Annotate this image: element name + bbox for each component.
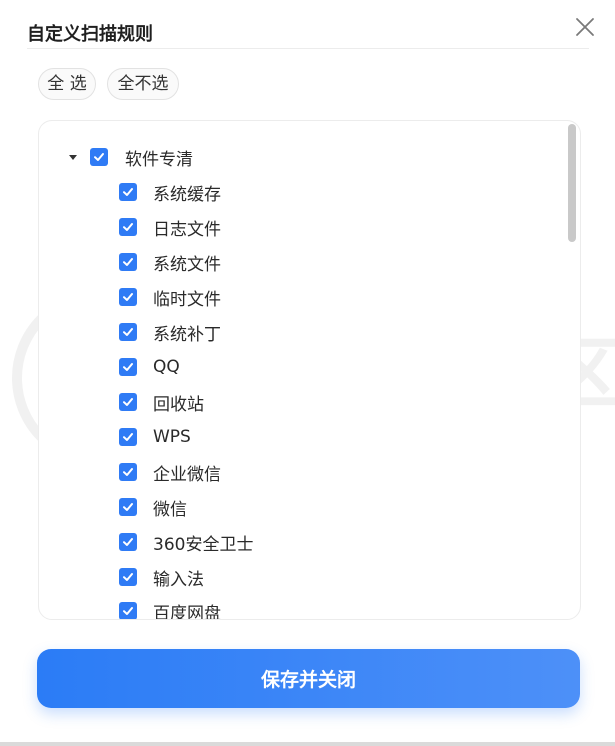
item-checkbox[interactable] xyxy=(119,288,137,306)
item-label: 百度网盘 xyxy=(153,603,221,620)
tree-item-row[interactable]: 企业微信 xyxy=(119,458,221,486)
scan-rules-dialog: 自定义扫描规则 全 选 全不选 i3综合社区 www.i3zh.com xyxy=(0,0,615,746)
item-checkbox[interactable] xyxy=(119,253,137,271)
check-icon xyxy=(123,258,133,266)
item-label: 系统文件 xyxy=(153,254,221,275)
item-checkbox[interactable] xyxy=(119,602,137,619)
check-icon xyxy=(123,398,133,406)
dialog-title: 自定义扫描规则 xyxy=(27,24,153,45)
close-icon xyxy=(576,18,594,36)
item-checkbox[interactable] xyxy=(119,323,137,341)
select-all-button[interactable]: 全 选 xyxy=(38,68,96,100)
window-bottom-edge xyxy=(0,742,615,746)
tree-item-row[interactable]: 微信 xyxy=(119,493,187,521)
check-icon xyxy=(123,503,133,511)
tree-item-row[interactable]: QQ xyxy=(119,353,180,381)
item-checkbox[interactable] xyxy=(119,183,137,201)
item-label: 企业微信 xyxy=(153,464,221,485)
tree-item-row[interactable]: 日志文件 xyxy=(119,213,221,241)
scrollbar-thumb[interactable] xyxy=(568,124,576,242)
rule-tree-panel[interactable]: 软件专清 系统缓存 日志文件 系统文件 临时文件 系统补丁 QQ 回收站 WPS… xyxy=(38,120,581,620)
item-checkbox[interactable] xyxy=(119,218,137,236)
tree-root-row[interactable]: 软件专清 xyxy=(68,143,193,171)
item-label: 系统缓存 xyxy=(153,184,221,205)
check-icon xyxy=(123,363,133,371)
tree-item-row[interactable]: 360安全卫士 xyxy=(119,528,253,556)
check-icon xyxy=(123,328,133,336)
item-checkbox[interactable] xyxy=(119,568,137,586)
item-checkbox[interactable] xyxy=(119,358,137,376)
tree-item-row[interactable]: 回收站 xyxy=(119,388,204,416)
check-icon xyxy=(123,538,133,546)
tree-item-row[interactable]: 临时文件 xyxy=(119,283,221,311)
item-label: QQ xyxy=(153,357,180,377)
item-label: 输入法 xyxy=(153,569,204,590)
item-label: 临时文件 xyxy=(153,289,221,310)
item-checkbox[interactable] xyxy=(119,463,137,481)
check-icon xyxy=(123,573,133,581)
item-label: 360安全卫士 xyxy=(153,534,254,555)
tree-item-row[interactable]: 输入法 xyxy=(119,563,204,591)
item-label: 系统补丁 xyxy=(153,324,221,345)
tree-root-checkbox[interactable] xyxy=(90,148,108,166)
item-label: WPS xyxy=(153,427,191,447)
check-icon xyxy=(94,153,104,161)
close-button[interactable] xyxy=(572,14,598,40)
tree-item-row[interactable]: 系统缓存 xyxy=(119,178,221,206)
item-checkbox[interactable] xyxy=(119,393,137,411)
tree-item-row[interactable]: 系统文件 xyxy=(119,248,221,276)
check-icon xyxy=(123,223,133,231)
check-icon xyxy=(123,433,133,441)
check-icon xyxy=(123,468,133,476)
item-label: 回收站 xyxy=(153,394,204,415)
save-and-close-button[interactable]: 保存并关闭 xyxy=(37,649,580,708)
tree-item-row[interactable]: WPS xyxy=(119,423,191,451)
expand-caret-icon[interactable] xyxy=(68,152,78,162)
check-icon xyxy=(123,607,133,615)
tree-item-row[interactable]: 百度网盘 xyxy=(119,597,221,620)
title-divider xyxy=(27,48,589,49)
item-checkbox[interactable] xyxy=(119,498,137,516)
tree-root-label: 软件专清 xyxy=(125,149,193,170)
item-checkbox[interactable] xyxy=(119,428,137,446)
item-label: 日志文件 xyxy=(153,219,221,240)
tree-item-row[interactable]: 系统补丁 xyxy=(119,318,221,346)
item-label: 微信 xyxy=(153,499,187,520)
select-none-button[interactable]: 全不选 xyxy=(107,68,179,100)
check-icon xyxy=(123,293,133,301)
check-icon xyxy=(123,188,133,196)
item-checkbox[interactable] xyxy=(119,533,137,551)
